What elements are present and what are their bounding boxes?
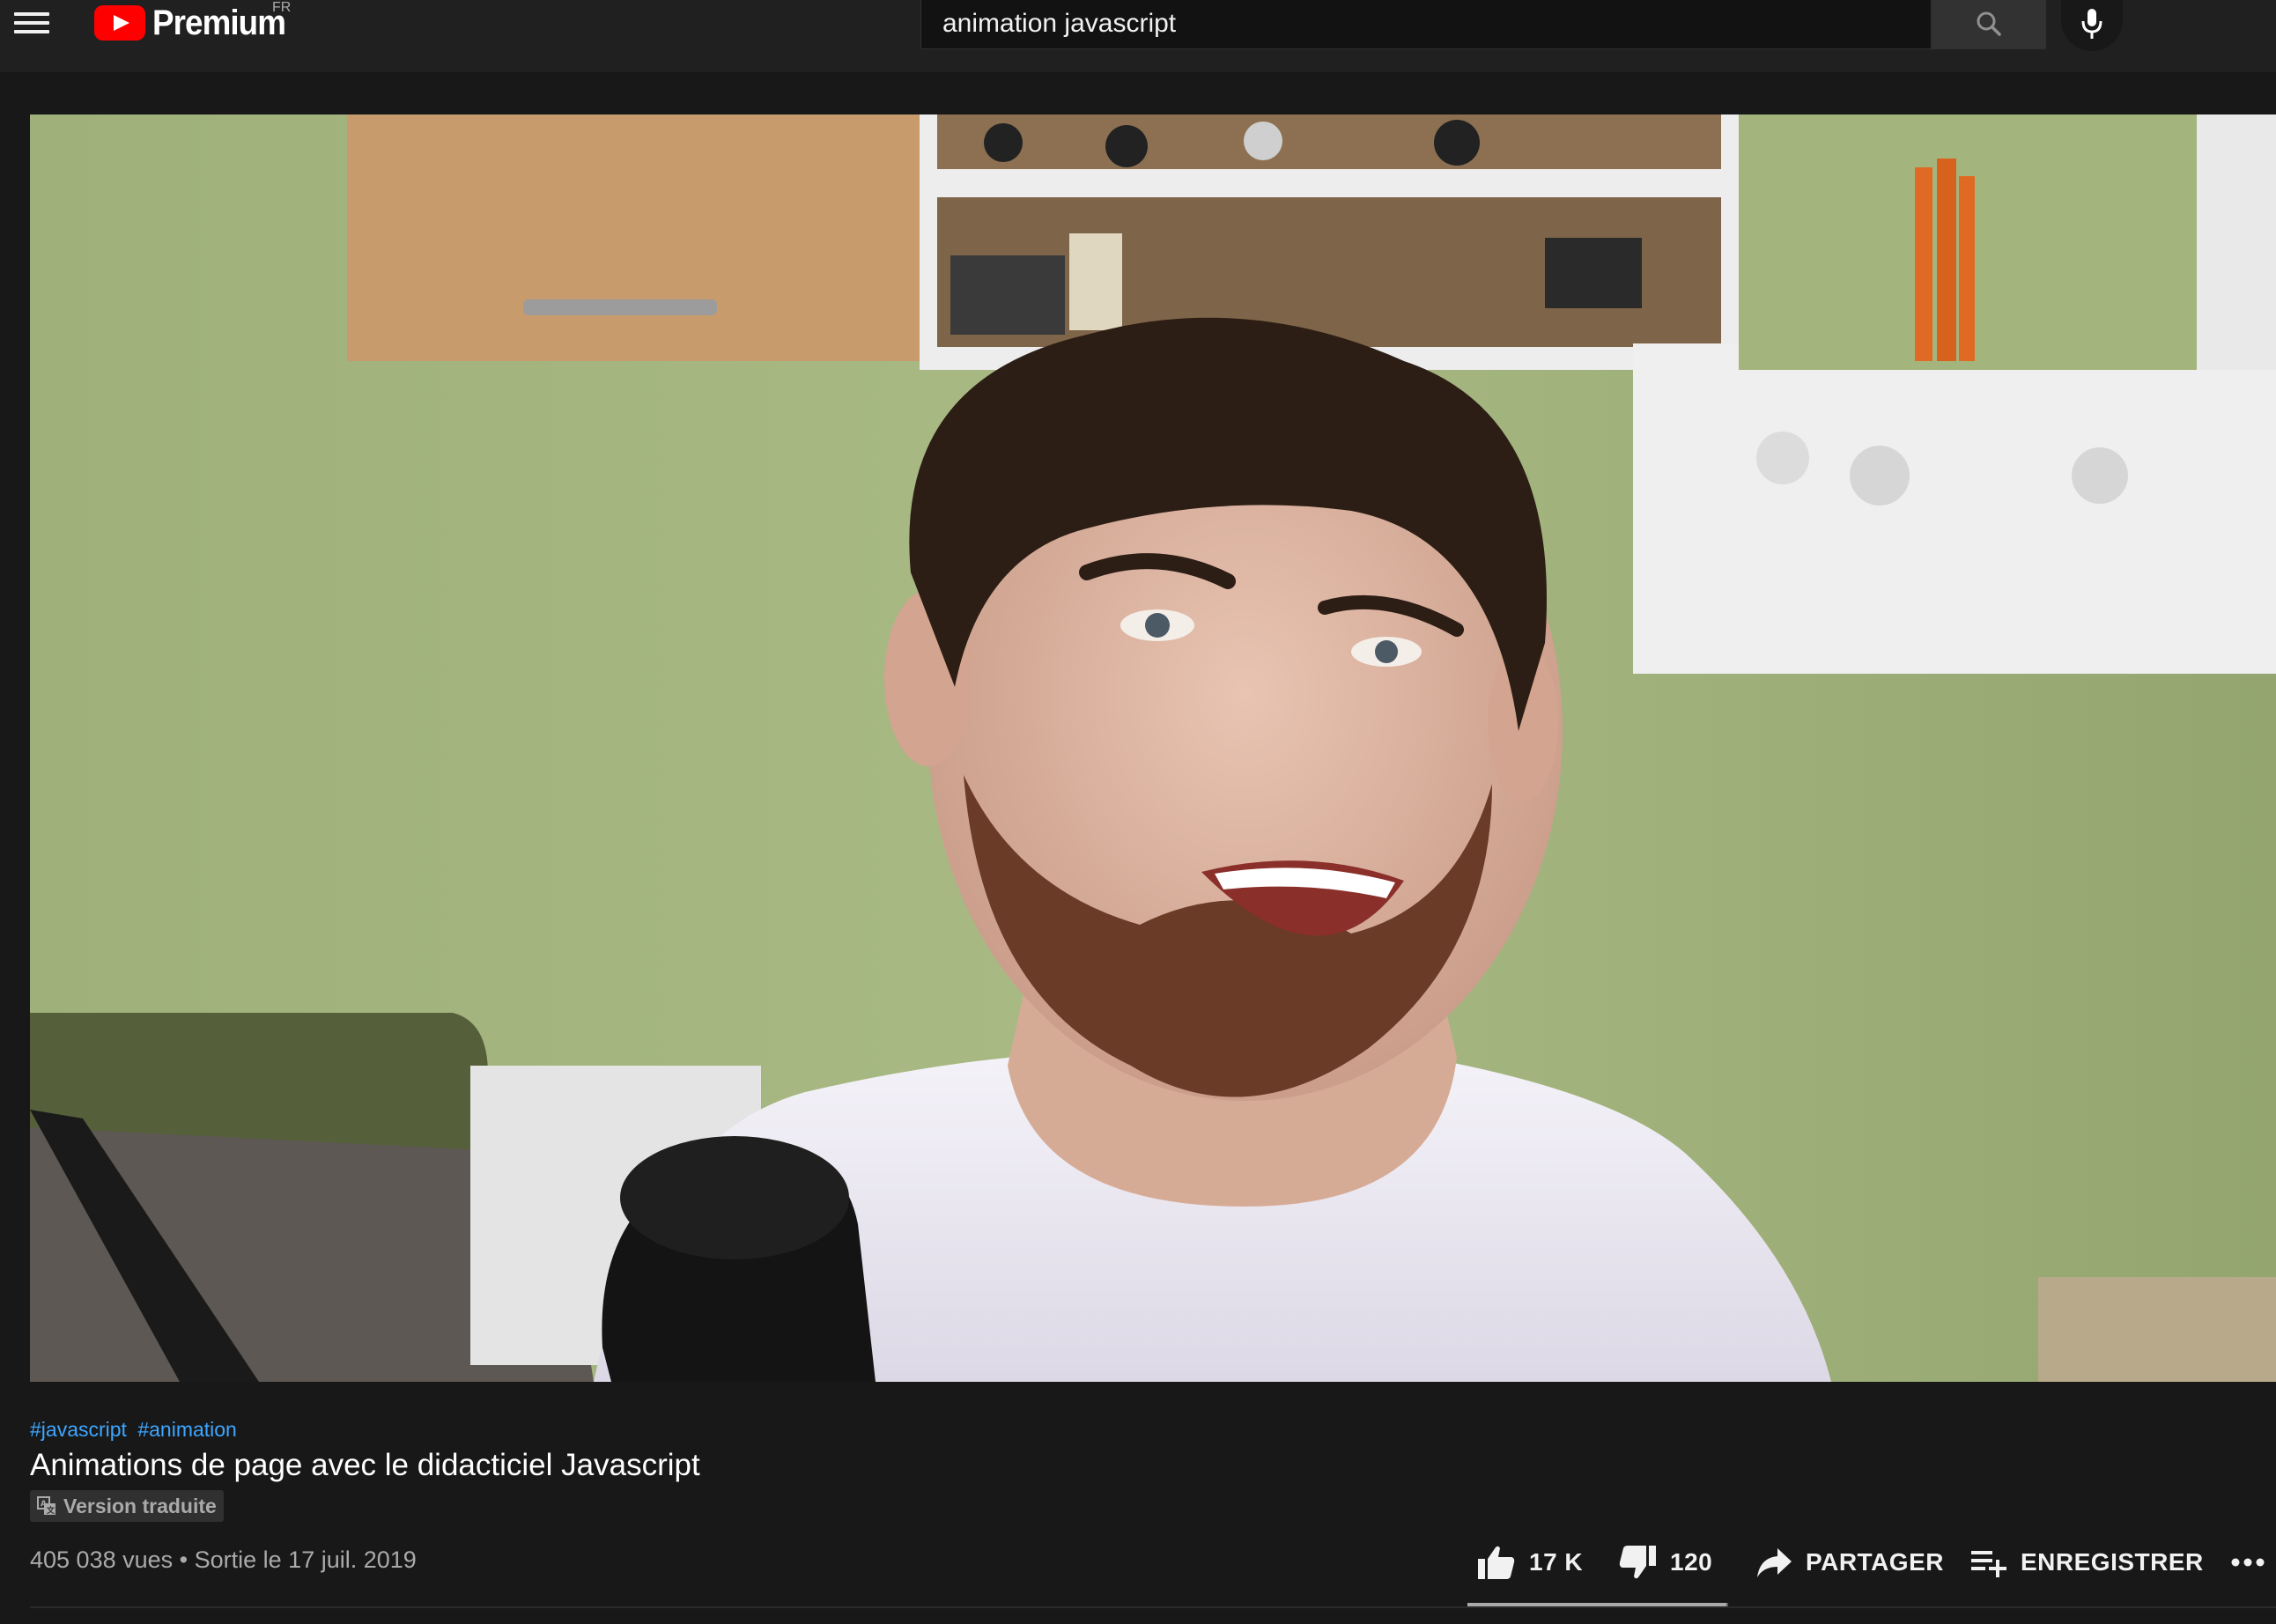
video-frame bbox=[30, 114, 2276, 1382]
dislike-count: 120 bbox=[1670, 1548, 1713, 1576]
svg-text:文: 文 bbox=[46, 1505, 55, 1516]
hashtag-link[interactable]: #animation bbox=[137, 1418, 237, 1441]
more-horizontal-icon bbox=[2231, 1558, 2265, 1567]
search-button[interactable] bbox=[1932, 0, 2046, 49]
thumbs-up-icon bbox=[1478, 1546, 1515, 1579]
voice-search-button[interactable] bbox=[2061, 0, 2123, 51]
save-label: ENREGISTRER bbox=[2021, 1548, 2204, 1576]
save-button[interactable]: ENREGISTRER bbox=[1969, 1538, 2204, 1587]
search-icon bbox=[1977, 11, 2001, 36]
share-button[interactable]: PARTAGER bbox=[1755, 1538, 1944, 1587]
thumbs-down-icon bbox=[1619, 1546, 1656, 1579]
dislike-button[interactable]: 120 bbox=[1617, 1538, 1712, 1587]
search-input[interactable] bbox=[921, 0, 1932, 48]
meta-separator: • bbox=[179, 1546, 188, 1573]
translate-icon: A 文 bbox=[37, 1496, 55, 1516]
hashtag-list: #javascript #animation bbox=[30, 1418, 242, 1442]
youtube-premium-logo[interactable]: Premium bbox=[94, 2, 297, 44]
video-meta: 405 038 vues • Sortie le 17 juil. 2019 bbox=[30, 1546, 417, 1574]
translated-version-badge[interactable]: A 文 Version traduite bbox=[30, 1490, 224, 1522]
more-actions-button[interactable] bbox=[2230, 1538, 2276, 1587]
hashtag-link[interactable]: #javascript bbox=[30, 1418, 127, 1441]
microphone-icon bbox=[2081, 9, 2102, 39]
playlist-add-icon bbox=[1971, 1551, 2006, 1577]
logo-text: Premium bbox=[152, 3, 286, 42]
like-count: 17 K bbox=[1529, 1548, 1584, 1576]
share-icon bbox=[1757, 1548, 1792, 1577]
view-count: 405 038 vues bbox=[30, 1546, 174, 1573]
publish-date: Sortie le 17 juil. 2019 bbox=[194, 1546, 417, 1573]
translated-badge-label: Version traduite bbox=[63, 1494, 217, 1517]
menu-icon[interactable] bbox=[14, 9, 49, 37]
video-title: Animations de page avec le didacticiel J… bbox=[30, 1448, 700, 1482]
share-label: PARTAGER bbox=[1806, 1548, 1944, 1576]
video-player[interactable] bbox=[30, 114, 2276, 1382]
divider bbox=[30, 1606, 2276, 1608]
svg-text:A: A bbox=[41, 1500, 47, 1509]
country-code: FR bbox=[272, 0, 292, 15]
like-button[interactable]: 17 K bbox=[1476, 1538, 1583, 1587]
search-box bbox=[920, 0, 1932, 49]
youtube-play-icon bbox=[94, 5, 145, 41]
masthead: Premium FR bbox=[0, 0, 2276, 72]
